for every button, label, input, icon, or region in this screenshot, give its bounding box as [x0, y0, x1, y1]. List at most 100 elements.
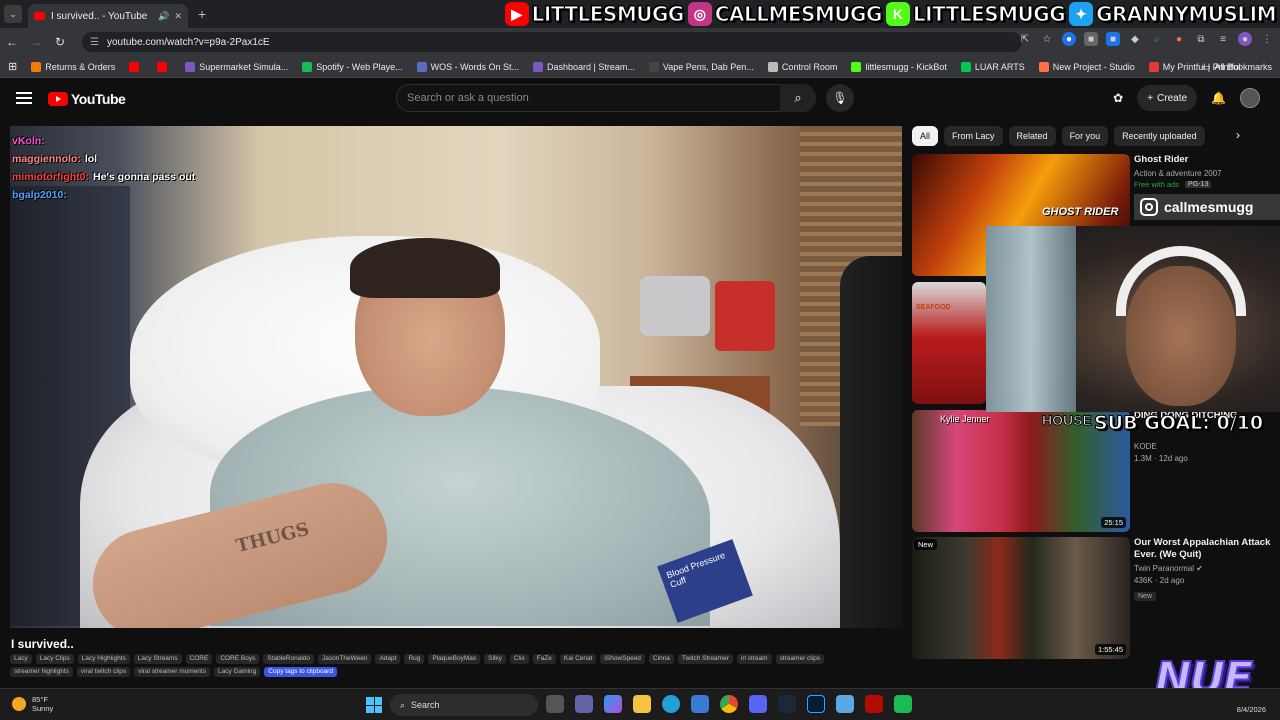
notifications-bell-icon[interactable]: 🔔 — [1211, 91, 1226, 105]
copy-tags-button[interactable]: Copy tags to clipboard — [264, 667, 337, 677]
extension-icon[interactable]: ⌕ — [1150, 32, 1164, 46]
video-tag[interactable]: PlaqueBoyMax — [428, 654, 481, 664]
browser-tab[interactable]: I survived.. - YouTube 🔊 ✕ — [28, 4, 188, 28]
search-button[interactable]: ⌕ — [780, 84, 816, 112]
extension-icon[interactable]: ● — [1062, 32, 1076, 46]
bookmark-item[interactable] — [157, 61, 171, 72]
bookmark-item[interactable]: littlesmugg - KickBot — [851, 61, 947, 72]
filter-chip[interactable]: From Lacy — [944, 126, 1003, 146]
recommendation-title[interactable]: Our Worst Appalachian Attack Ever. (We Q… — [1134, 537, 1272, 561]
bookmark-item[interactable]: Spotify - Web Playe... — [302, 61, 403, 72]
new-tab-icon[interactable]: + — [198, 6, 206, 22]
puzzle-icon[interactable]: ⧉ — [1194, 32, 1208, 46]
hamburger-menu-icon[interactable] — [16, 92, 32, 104]
video-tag[interactable]: CORE — [185, 654, 213, 664]
reload-icon[interactable]: ↻ — [48, 35, 72, 49]
video-tag[interactable]: Adapt — [375, 654, 401, 664]
video-tag[interactable]: iShowSpeed — [600, 654, 645, 664]
video-tag[interactable]: streamer clips — [775, 654, 825, 664]
file-explorer-icon[interactable] — [633, 695, 651, 713]
extension-icon[interactable]: ■ — [1106, 32, 1120, 46]
filter-chip[interactable]: For you — [1061, 126, 1109, 146]
notepad-icon[interactable] — [836, 695, 854, 713]
weather-widget[interactable]: 85°F Sunny — [12, 695, 53, 713]
video-player[interactable]: THUGS Blood Pressure Cuff vKoln: maggienn… — [10, 126, 902, 628]
video-tag[interactable]: Lacy Gaming — [213, 667, 261, 677]
bookmark-item[interactable]: WOS - Words On St... — [416, 61, 519, 72]
bookmark-item[interactable]: Supermarket Simula... — [185, 61, 288, 72]
tab-search-icon[interactable]: ⌄ — [4, 5, 22, 23]
bookmark-item[interactable]: LUAR ARTS — [960, 61, 1025, 72]
video-tag[interactable]: streamer highlights — [10, 667, 73, 677]
video-thumbnail[interactable]: SEAFOOD — [912, 282, 986, 404]
video-tag[interactable]: StableRonaldo — [263, 654, 315, 664]
bookmark-item[interactable]: Control Room — [767, 61, 837, 72]
video-tag[interactable]: CORE Boys — [216, 654, 260, 664]
install-app-icon[interactable]: ⇱ — [1018, 32, 1032, 46]
profile-icon[interactable]: ● — [1238, 32, 1252, 46]
app-icon[interactable] — [894, 695, 912, 713]
close-tab-icon[interactable]: ✕ — [174, 11, 182, 22]
video-tag[interactable]: Lacy Clips — [35, 654, 74, 664]
video-thumbnail[interactable]: New 1:55:45 — [912, 537, 1130, 659]
video-tag[interactable]: viral twitch clips — [76, 667, 131, 677]
video-tag[interactable]: JasonTheWeen — [318, 654, 372, 664]
acrobat-icon[interactable] — [865, 695, 883, 713]
bookmark-item[interactable] — [129, 61, 143, 72]
task-view-icon[interactable] — [546, 695, 564, 713]
video-tag[interactable]: Lacy — [10, 654, 32, 664]
taskbar-search[interactable]: ⌕ Search — [390, 694, 538, 716]
filter-chip[interactable]: Recently uploaded — [1114, 126, 1205, 146]
store-icon[interactable] — [691, 695, 709, 713]
video-tag[interactable]: Lacy Streams — [133, 654, 182, 664]
chrome-icon[interactable] — [720, 695, 738, 713]
bookmark-favicon-icon — [1148, 61, 1159, 72]
extension-icon[interactable]: ● — [1172, 32, 1186, 46]
bookmark-star-icon[interactable]: ☆ — [1040, 32, 1054, 46]
windows-start-icon[interactable] — [366, 697, 382, 713]
video-tag[interactable]: viral streamer moments — [134, 667, 210, 677]
video-tag[interactable]: Kai Cenat — [559, 654, 597, 664]
photoshop-icon[interactable] — [807, 695, 825, 713]
bookmark-item[interactable]: Dashboard | Stream... — [533, 61, 635, 72]
teams-icon[interactable] — [575, 695, 593, 713]
discord-icon[interactable] — [749, 695, 767, 713]
video-tag[interactable]: FaZe — [532, 654, 556, 664]
edge-icon[interactable] — [662, 695, 680, 713]
youtube-logo[interactable]: YouTube — [48, 91, 126, 107]
recommendation-title[interactable]: Ghost Rider — [1134, 154, 1272, 166]
steam-icon[interactable] — [778, 695, 796, 713]
bookmark-item[interactable]: Returns & Orders — [31, 61, 115, 72]
recommendation-item[interactable]: New 1:55:45 Our Worst Appalachian Attack… — [912, 537, 1272, 661]
create-button[interactable]: + Create — [1137, 85, 1198, 111]
extension-icon[interactable]: ◆ — [1128, 32, 1142, 46]
back-icon[interactable]: ← — [0, 35, 24, 49]
bookmark-item[interactable]: New Project - Studio — [1038, 61, 1135, 72]
media-control-icon[interactable]: ≡ — [1216, 32, 1230, 46]
filter-chip[interactable]: Related — [1008, 126, 1056, 146]
video-tag[interactable]: Lacy Highlights — [77, 654, 130, 664]
filter-chip[interactable]: All — [912, 126, 939, 146]
voice-search-button[interactable]: 🎙 — [826, 84, 854, 112]
copilot-icon[interactable] — [604, 695, 622, 713]
site-info-icon[interactable]: ☰ — [90, 37, 99, 48]
video-tag[interactable]: Rug — [404, 654, 425, 664]
bookmark-item[interactable]: Vape Pens, Dab Pen... — [648, 61, 754, 72]
video-tag[interactable]: Silky — [484, 654, 506, 664]
system-tray[interactable]: 8/4/2026 — [1237, 695, 1266, 715]
video-tag[interactable]: Clix — [509, 654, 529, 664]
video-tag[interactable]: irl stream — [736, 654, 772, 664]
menu-dots-icon[interactable]: ⋮ — [1260, 32, 1274, 46]
all-bookmarks-button[interactable]: ▭ All Bookmarks — [1202, 56, 1272, 78]
apps-grid-icon[interactable]: ⊞ — [8, 60, 17, 73]
address-bar[interactable]: ☰ youtube.com/watch?v=p9a-2Pax1cE — [82, 32, 1022, 52]
video-tag[interactable]: Twitch Streamer — [677, 654, 733, 664]
forward-icon[interactable]: → — [24, 35, 48, 49]
search-input[interactable]: Search or ask a question — [396, 84, 816, 112]
cast-icon[interactable]: ✿ — [1113, 91, 1123, 105]
extension-icon[interactable]: ■ — [1084, 32, 1098, 46]
speaker-icon[interactable]: 🔊 — [158, 11, 169, 22]
chevron-right-icon[interactable]: › — [1236, 128, 1240, 142]
video-tag[interactable]: Cinna — [648, 654, 674, 664]
avatar[interactable] — [1240, 88, 1260, 108]
